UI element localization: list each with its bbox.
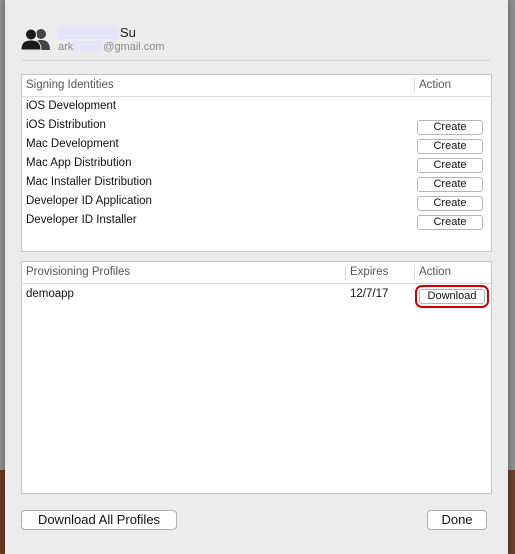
table-header: Signing Identities Action [22, 75, 491, 97]
create-button[interactable]: Create [417, 196, 483, 211]
redaction-mask [58, 26, 118, 39]
column-header-action[interactable]: Action [419, 79, 451, 91]
account-header: Su ark @gmail.com [20, 25, 481, 57]
create-button[interactable]: Create [417, 139, 483, 154]
table-header: Provisioning Profiles Expires Action [22, 262, 491, 284]
people-icon [20, 28, 51, 51]
signing-identity-label: Mac Development [26, 138, 119, 150]
profile-name: demoapp [26, 288, 74, 300]
create-button[interactable]: Create [417, 120, 483, 135]
download-all-profiles-button[interactable]: Download All Profiles [21, 510, 177, 530]
signing-identities-table: Signing Identities Action iOS Developmen… [21, 74, 492, 252]
email-prefix: ark [58, 41, 74, 53]
divider [21, 60, 491, 61]
accounts-sheet: Su ark @gmail.com Signing Identities Acti… [5, 0, 508, 554]
column-header-action[interactable]: Action [419, 266, 451, 278]
column-divider [414, 265, 415, 280]
provisioning-profiles-table: Provisioning Profiles Expires Action dem… [21, 261, 492, 494]
done-button[interactable]: Done [427, 510, 487, 530]
signing-identity-label: iOS Development [26, 100, 117, 112]
create-button[interactable]: Create [417, 158, 483, 173]
signing-identity-label: Developer ID Application [26, 195, 152, 207]
create-button[interactable]: Create [417, 177, 483, 192]
profile-expires: 12/7/17 [350, 288, 389, 300]
column-divider [345, 265, 346, 280]
column-divider [414, 78, 415, 93]
column-header-expires[interactable]: Expires [350, 266, 388, 278]
download-button[interactable]: Download [415, 285, 489, 308]
email-domain: @gmail.com [103, 41, 165, 53]
account-name-text: Su [120, 25, 136, 40]
create-button[interactable]: Create [417, 215, 483, 230]
column-header-provisioning-profiles[interactable]: Provisioning Profiles [26, 266, 130, 278]
account-email: ark @gmail.com [58, 41, 165, 53]
signing-identity-label: Developer ID Installer [26, 214, 137, 226]
signing-identity-label: iOS Distribution [26, 119, 106, 131]
column-header-signing-identities[interactable]: Signing Identities [26, 79, 114, 91]
account-name: Su [58, 25, 136, 40]
signing-identity-label: Mac App Distribution [26, 157, 132, 169]
signing-identity-label: Mac Installer Distribution [26, 176, 152, 188]
redaction-mask [74, 41, 103, 52]
